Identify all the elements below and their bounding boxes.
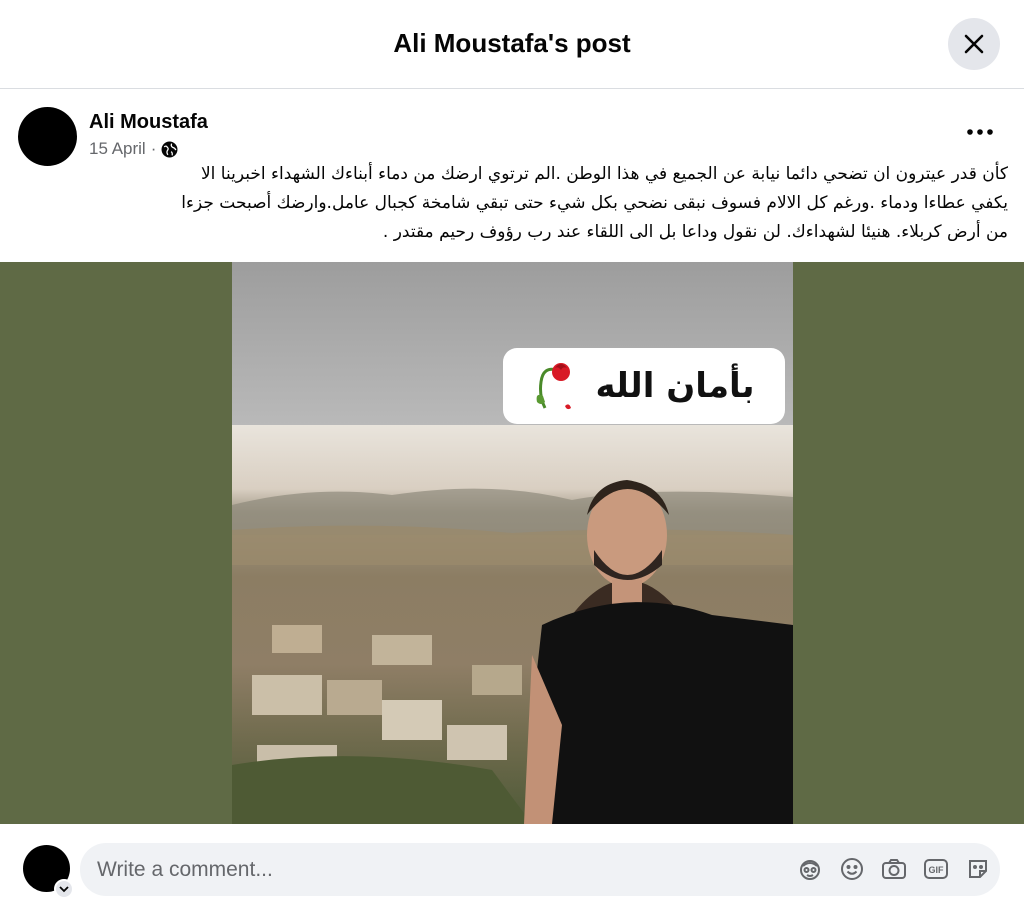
post-text-line: من أرض كربلاء. هنيئا لشهداءك. لن نقول ود… xyxy=(382,222,1008,242)
sticker-icon[interactable] xyxy=(965,856,991,882)
author-name[interactable]: Ali Moustafa xyxy=(89,111,208,134)
wilted-rose-icon xyxy=(537,363,572,410)
sticker-text: بأمان الله xyxy=(595,366,755,406)
avatar-sticker-icon[interactable] xyxy=(797,856,823,882)
post-date[interactable]: 15 April xyxy=(89,139,146,159)
post-text: كأن قدر عيترون ان تضحي دائما نيابة عن ال… xyxy=(14,160,1008,247)
post-meta: 15 April · xyxy=(89,139,178,159)
comment-bar: GIF xyxy=(0,824,1024,923)
post-photo[interactable]: بأمان الله xyxy=(232,262,793,824)
more-options-button[interactable] xyxy=(960,114,1000,150)
author-avatar[interactable] xyxy=(18,107,77,166)
post-header: Ali Moustafa 15 April · xyxy=(0,90,1024,170)
more-options-icon xyxy=(967,129,993,135)
image-sticker: بأمان الله xyxy=(503,348,785,424)
landscape-illustration xyxy=(232,480,793,824)
globe-icon xyxy=(161,141,178,157)
chevron-down-icon[interactable] xyxy=(54,879,74,899)
meta-separator: · xyxy=(150,139,157,158)
post-text-line: يكفي عطاءا ودماء .ورغم كل الالام فسوف نب… xyxy=(181,193,1008,213)
camera-icon[interactable] xyxy=(881,856,907,882)
close-icon xyxy=(964,34,984,54)
svg-text:GIF: GIF xyxy=(929,865,945,875)
photo-scene xyxy=(232,425,793,824)
dialog-header: Ali Moustafa's post xyxy=(0,0,1024,89)
close-button[interactable] xyxy=(948,18,1000,70)
dialog-title: Ali Moustafa's post xyxy=(393,28,631,58)
post-media[interactable]: بأمان الله xyxy=(0,262,1024,824)
post-text-line: كأن قدر عيترون ان تضحي دائما نيابة عن ال… xyxy=(200,164,1008,184)
emoji-icon[interactable] xyxy=(839,856,865,882)
comment-tools: GIF xyxy=(797,856,991,882)
gif-icon[interactable]: GIF xyxy=(923,856,949,882)
